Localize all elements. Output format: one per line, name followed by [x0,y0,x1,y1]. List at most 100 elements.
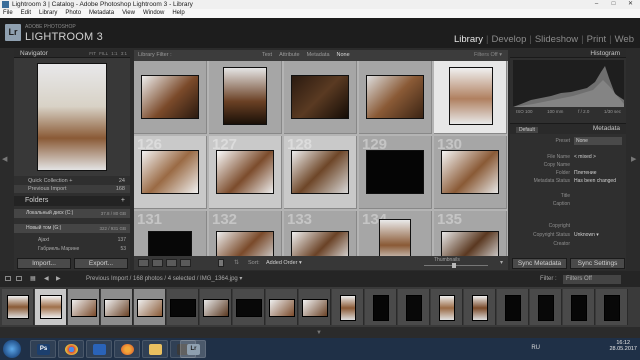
filmstrip-thumbnail[interactable] [505,295,521,321]
photo-thumbnail[interactable] [216,231,274,256]
grid-cell[interactable]: 126 [134,136,207,209]
catalog-quick-collection[interactable]: Quick Collection + 24 [14,177,130,185]
secondary-window-icon[interactable] [5,276,11,281]
menu-view[interactable]: View [122,9,135,18]
menu-metadata[interactable]: Metadata [89,9,114,18]
start-button-icon[interactable] [3,340,21,358]
filmstrip-thumbnail[interactable] [302,299,328,317]
taskbar-firefox[interactable] [114,340,140,358]
toolbar-menu-icon[interactable]: ▾ [500,259,503,266]
metadata-row-creator[interactable]: Creator [513,240,624,248]
filter-none[interactable]: None [337,50,350,61]
drive-c[interactable]: Локальный диск (C:) 37.8 / 80 GB [14,209,130,218]
grid-cell[interactable] [359,61,432,134]
filmstrip-thumbnail[interactable] [604,295,620,321]
filmstrip-cell[interactable] [266,289,298,325]
filter-text[interactable]: Text [262,50,272,61]
filters-off-dropdown[interactable]: Filters Off ▾ [474,50,502,61]
filmstrip-thumbnail[interactable] [406,295,422,321]
folders-header[interactable]: Folders + [14,196,130,206]
photo-thumbnail[interactable] [379,219,411,256]
filmstrip-cell[interactable] [332,289,364,325]
menu-edit[interactable]: Edit [21,9,31,18]
input-language[interactable]: RU [531,345,540,351]
sync-metadata-button[interactable]: Sync Metadata [512,258,567,269]
photo-thumbnail[interactable] [366,75,424,119]
sort-dropdown[interactable]: Added Order ▾ [266,260,302,266]
navigator-zoom-options[interactable]: FIT FILL 1:1 3:1 [89,49,127,58]
sync-settings-button[interactable]: Sync Settings [570,258,625,269]
photo-thumbnail[interactable] [141,75,199,119]
filmstrip-cell[interactable] [398,289,430,325]
filmstrip-cell[interactable] [2,289,34,325]
filmstrip-thumbnail[interactable] [71,299,97,317]
grid-cell[interactable]: 134 [359,211,432,256]
filmstrip-cell[interactable] [563,289,595,325]
grid-cell[interactable]: 129 [359,136,432,209]
filmstrip-thumbnail[interactable] [7,295,29,319]
metadata-header[interactable]: Default Metadata [510,123,626,134]
grid-cell-selected[interactable] [434,61,507,134]
filmstrip-cell[interactable] [464,289,496,325]
photo-thumbnail[interactable] [291,231,349,256]
histogram-header[interactable]: Histogram [510,49,626,58]
filmstrip-cell[interactable] [596,289,628,325]
compare-view-icon[interactable] [166,259,177,267]
grid-cell[interactable]: 131 [134,211,207,256]
export-button[interactable]: Export... [74,258,128,269]
filter-attribute[interactable]: Attribute [279,50,299,61]
filmstrip-cell[interactable] [299,289,331,325]
sort-direction-icon[interactable]: ⇅ [234,259,239,266]
filmstrip-cell[interactable] [431,289,463,325]
filmstrip-cell-selected[interactable] [35,289,67,325]
metadata-row-preset[interactable]: Preset None [513,137,624,145]
thumbnail-slider-handle[interactable] [452,263,456,268]
menu-window[interactable]: Window [143,9,164,18]
filmstrip-source[interactable]: Previous Import / 168 photos / 4 selecte… [86,271,242,287]
back-arrow-icon[interactable]: ◀ [44,271,49,287]
menu-help[interactable]: Help [172,9,184,18]
taskbar-photoshop[interactable]: Ps [30,340,56,358]
filmstrip-cell-selected[interactable] [101,289,133,325]
drive-g[interactable]: Новый том (G:) 322 / 931 GB [14,224,130,233]
system-clock[interactable]: 16:12 28.05.2017 [609,340,637,352]
photo-thumbnail[interactable] [141,150,199,194]
forward-arrow-icon[interactable]: ▶ [56,271,61,287]
menu-library[interactable]: Library [39,9,57,18]
painter-icon[interactable] [218,259,224,267]
module-develop[interactable]: Develop [492,34,527,45]
grid-view-icon[interactable] [138,259,149,267]
catalog-previous-import[interactable]: Previous Import 168 [14,185,130,193]
metadata-value[interactable]: None [574,137,622,145]
photo-thumbnail[interactable] [441,150,499,194]
menu-photo[interactable]: Photo [65,9,81,18]
photo-thumbnail[interactable] [148,231,192,256]
filmstrip-thumbnail[interactable] [137,299,163,317]
grid-cell[interactable]: 135 [434,211,507,256]
folder-item[interactable]: Ajaxt 137 [14,236,130,244]
filmstrip-filter-dropdown[interactable]: Filters Off [563,275,621,284]
filmstrip-thumbnail[interactable] [170,299,196,317]
filmstrip-thumbnail[interactable] [538,295,554,321]
metadata-row-copyright-status[interactable]: Copyright Status Unknown ▾ [513,231,624,239]
filmstrip-thumbnail[interactable] [236,299,262,317]
filmstrip-cell[interactable] [167,289,199,325]
close-button[interactable]: ✕ [623,0,638,8]
filmstrip-thumbnail[interactable] [571,295,587,321]
filmstrip-cell-selected[interactable] [68,289,100,325]
loupe-view-icon[interactable] [152,259,163,267]
photo-thumbnail[interactable] [216,150,274,194]
menu-file[interactable]: File [3,9,13,18]
grid-cell[interactable]: 130 [434,136,507,209]
grid-cell[interactable] [209,61,282,134]
filmstrip-thumbnail[interactable] [269,299,295,317]
taskbar-app-blue[interactable] [86,340,112,358]
metadata-value[interactable]: < mixed > [574,153,596,161]
photo-thumbnail[interactable] [291,75,349,119]
metadata-preset-select[interactable]: Default [516,127,538,133]
filmstrip-thumbnail[interactable] [104,299,130,317]
folder-item[interactable]: Габриель Марине 53 [14,245,130,253]
navigator-header[interactable]: Navigator FIT FILL 1:1 3:1 [14,49,130,58]
module-slideshow[interactable]: Slideshow [535,34,578,45]
grid-cell[interactable] [284,61,357,134]
